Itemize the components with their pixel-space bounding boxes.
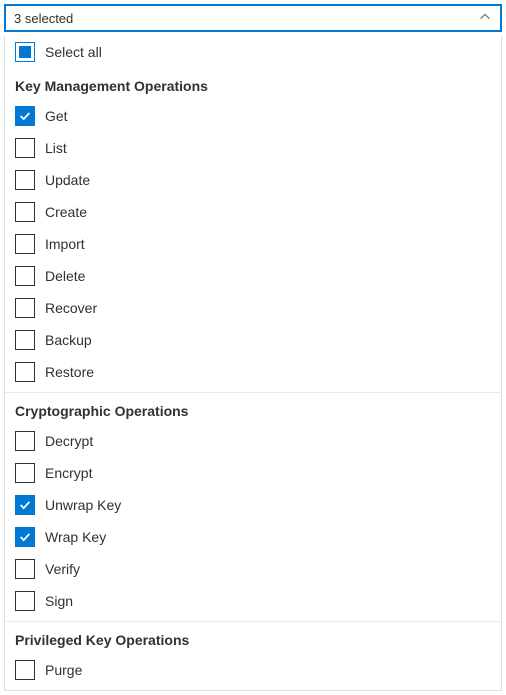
- option-row[interactable]: Recover: [5, 292, 501, 324]
- select-all-label: Select all: [45, 44, 102, 60]
- option-row[interactable]: Update: [5, 164, 501, 196]
- option-row[interactable]: Wrap Key: [5, 521, 501, 553]
- option-row[interactable]: Sign: [5, 585, 501, 617]
- option-row[interactable]: Create: [5, 196, 501, 228]
- option-checkbox[interactable]: [15, 202, 35, 222]
- option-row[interactable]: Unwrap Key: [5, 489, 501, 521]
- option-checkbox[interactable]: [15, 362, 35, 382]
- option-checkbox[interactable]: [15, 431, 35, 451]
- option-checkbox[interactable]: [15, 591, 35, 611]
- option-checkbox[interactable]: [15, 266, 35, 286]
- option-checkbox[interactable]: [15, 138, 35, 158]
- option-row[interactable]: Encrypt: [5, 457, 501, 489]
- option-label: Wrap Key: [45, 529, 106, 545]
- select-all-checkbox[interactable]: [15, 42, 35, 62]
- option-row[interactable]: Delete: [5, 260, 501, 292]
- option-label: Delete: [45, 268, 85, 284]
- option-label: Restore: [45, 364, 94, 380]
- option-checkbox[interactable]: [15, 298, 35, 318]
- group-header: Key Management Operations: [5, 68, 501, 100]
- option-label: Unwrap Key: [45, 497, 121, 513]
- option-row[interactable]: Purge: [5, 654, 501, 686]
- select-all-row[interactable]: Select all: [5, 36, 501, 68]
- option-checkbox[interactable]: [15, 234, 35, 254]
- option-row[interactable]: List: [5, 132, 501, 164]
- option-label: Encrypt: [45, 465, 92, 481]
- chevron-up-icon: [478, 10, 492, 27]
- option-row[interactable]: Decrypt: [5, 425, 501, 457]
- option-checkbox[interactable]: [15, 170, 35, 190]
- dropdown-summary: 3 selected: [14, 11, 73, 26]
- option-label: Get: [45, 108, 68, 124]
- option-label: Sign: [45, 593, 73, 609]
- option-label: Update: [45, 172, 90, 188]
- option-label: Decrypt: [45, 433, 93, 449]
- option-row[interactable]: Import: [5, 228, 501, 260]
- option-row[interactable]: Restore: [5, 356, 501, 388]
- option-checkbox[interactable]: [15, 330, 35, 350]
- option-label: Import: [45, 236, 85, 252]
- option-label: Recover: [45, 300, 97, 316]
- option-label: Purge: [45, 662, 82, 678]
- option-checkbox[interactable]: [15, 463, 35, 483]
- option-checkbox[interactable]: [15, 660, 35, 680]
- group-header: Cryptographic Operations: [5, 393, 501, 425]
- option-label: Verify: [45, 561, 80, 577]
- option-checkbox[interactable]: [15, 495, 35, 515]
- option-label: List: [45, 140, 67, 156]
- option-checkbox[interactable]: [15, 559, 35, 579]
- group-header: Privileged Key Operations: [5, 622, 501, 654]
- options-panel: Select all Key Management Operations Get L…: [4, 36, 502, 691]
- option-checkbox[interactable]: [15, 106, 35, 126]
- option-row[interactable]: Backup: [5, 324, 501, 356]
- option-checkbox[interactable]: [15, 527, 35, 547]
- dropdown-header[interactable]: 3 selected: [4, 4, 502, 32]
- option-label: Backup: [45, 332, 92, 348]
- option-label: Create: [45, 204, 87, 220]
- option-row[interactable]: Get: [5, 100, 501, 132]
- option-row[interactable]: Verify: [5, 553, 501, 585]
